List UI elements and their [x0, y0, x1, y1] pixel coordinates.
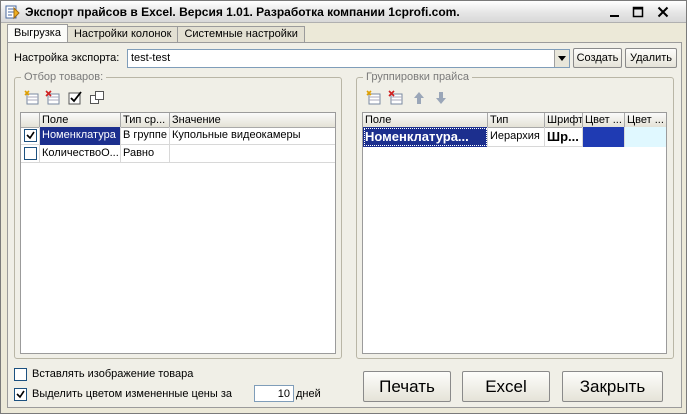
column-header[interactable]: Поле — [363, 113, 488, 128]
title-bar[interactable]: Экспорт прайсов в Excel. Версия 1.01. Ра… — [1, 1, 686, 23]
print-button[interactable]: Печать — [363, 371, 451, 402]
dropdown-button[interactable] — [554, 50, 569, 67]
checkmark-icon — [26, 131, 35, 140]
check-all-icon[interactable] — [67, 90, 83, 106]
days-label: дней — [296, 388, 321, 400]
column-header[interactable]: Тип ср... — [121, 113, 170, 128]
table-cell[interactable]: Иерархия — [488, 127, 545, 147]
minimize-button[interactable] — [606, 4, 624, 20]
chevron-down-icon — [558, 56, 566, 61]
highlight-changed-label: Выделить цветом измененные цены за — [32, 388, 233, 400]
tab-column-settings[interactable]: Настройки колонок — [66, 26, 179, 42]
close-window-button[interactable] — [654, 4, 672, 20]
export-settings-combo[interactable]: test-test — [127, 49, 570, 68]
arrow-up-icon[interactable] — [411, 90, 427, 106]
grouping-table-header: Поле Тип Шрифт Цвет ... Цвет ... — [363, 113, 666, 128]
color-swatch-cell[interactable] — [625, 127, 666, 147]
insert-image-checkbox[interactable] — [14, 368, 27, 381]
add-row-icon[interactable] — [24, 90, 40, 106]
column-header[interactable]: Значение — [170, 113, 335, 128]
export-settings-value: test-test — [131, 52, 171, 64]
create-button[interactable]: Создать — [573, 48, 622, 68]
column-header[interactable]: Шрифт — [545, 113, 583, 128]
column-header[interactable]: Поле — [40, 113, 121, 128]
delete-row-icon[interactable] — [388, 90, 404, 106]
minimize-icon — [610, 15, 619, 17]
table-cell[interactable]: Шр... — [545, 127, 583, 147]
export-prices-window: Экспорт прайсов в Excel. Версия 1.01. Ра… — [0, 0, 687, 414]
copy-icon[interactable] — [89, 90, 105, 106]
column-header[interactable]: Цвет ... — [625, 113, 666, 128]
checkmark-icon — [16, 390, 25, 399]
excel-button[interactable]: Excel — [462, 371, 550, 402]
column-header[interactable]: Тип — [488, 113, 545, 128]
maximize-button[interactable] — [629, 4, 647, 20]
table-row[interactable]: Номенклатура... Иерархия Шр... — [363, 127, 666, 147]
table-cell[interactable]: Номенклатура — [40, 127, 121, 145]
grouping-table[interactable]: Поле Тип Шрифт Цвет ... Цвет ... Номенкл… — [362, 112, 667, 354]
export-settings-label: Настройка экспорта: — [14, 52, 120, 64]
table-cell[interactable]: Равно — [121, 145, 170, 163]
filter-group-title: Отбор товаров: — [21, 71, 107, 83]
tab-export[interactable]: Выгрузка — [7, 24, 68, 42]
table-row[interactable]: КоличествоО... Равно — [21, 145, 335, 163]
maximize-icon — [632, 6, 644, 18]
table-cell[interactable]: Купольные видеокамеры — [170, 127, 335, 145]
tab-strip: Выгрузка Настройки колонок Системные нас… — [7, 24, 305, 42]
filter-table[interactable]: Поле Тип ср... Значение Номенклатура В г… — [20, 112, 336, 354]
row-checkbox-cell[interactable] — [21, 127, 40, 145]
row-checkbox-cell[interactable] — [21, 145, 40, 163]
checkbox-column-header — [21, 113, 40, 128]
table-cell[interactable]: Номенклатура... — [363, 127, 488, 147]
app-icon — [5, 4, 21, 20]
table-cell[interactable]: В группе — [121, 127, 170, 145]
insert-image-label: Вставлять изображение товара — [32, 368, 194, 380]
column-header[interactable]: Цвет ... — [583, 113, 625, 128]
delete-row-icon[interactable] — [45, 90, 61, 106]
add-row-icon[interactable] — [366, 90, 382, 106]
tab-system-settings[interactable]: Системные настройки — [177, 26, 305, 42]
delete-button[interactable]: Удалить — [625, 48, 677, 68]
window-title: Экспорт прайсов в Excel. Версия 1.01. Ра… — [25, 5, 460, 19]
filter-table-header: Поле Тип ср... Значение — [21, 113, 335, 128]
row-checkbox[interactable] — [24, 147, 37, 160]
arrow-down-icon[interactable] — [433, 90, 449, 106]
color-swatch-cell[interactable] — [583, 127, 625, 147]
table-cell[interactable]: КоличествоО... — [40, 145, 121, 163]
highlight-changed-checkbox[interactable] — [14, 388, 27, 401]
close-icon — [657, 6, 669, 18]
table-row[interactable]: Номенклатура В группе Купольные видеокам… — [21, 127, 335, 145]
close-button[interactable]: Закрыть — [562, 371, 663, 402]
grouping-group-title: Группировки прайса — [363, 71, 472, 83]
table-cell[interactable] — [170, 145, 335, 163]
row-checkbox[interactable] — [24, 129, 37, 142]
days-input[interactable]: 10 — [254, 385, 294, 402]
